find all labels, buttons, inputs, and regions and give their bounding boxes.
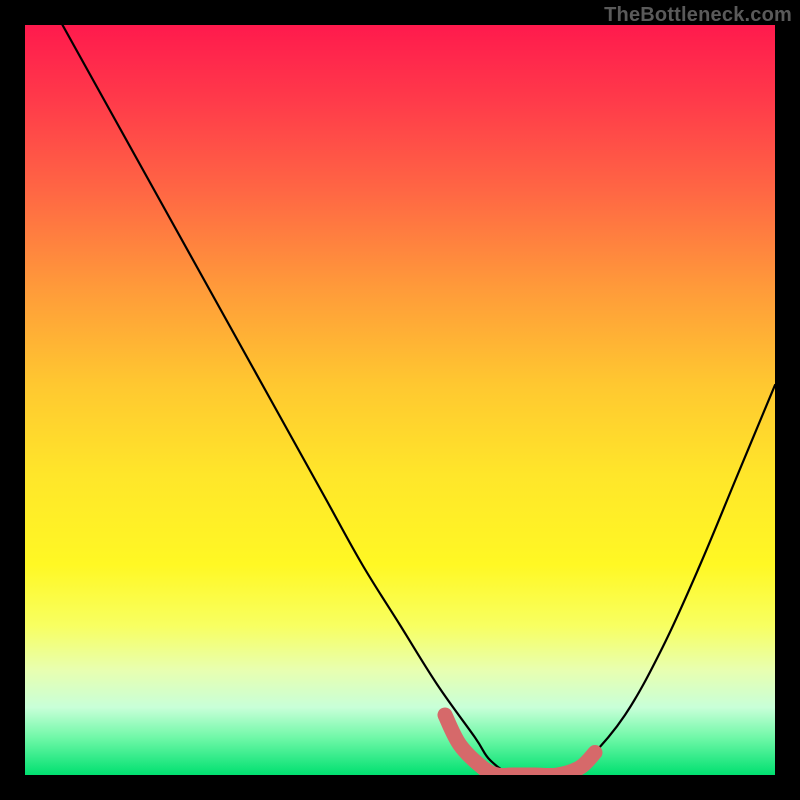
curve-layer xyxy=(25,25,775,775)
highlight-trough xyxy=(445,715,595,775)
watermark-label: TheBottleneck.com xyxy=(604,4,792,27)
plot-area xyxy=(25,25,775,775)
chart-frame: TheBottleneck.com xyxy=(0,0,800,800)
bottleneck-curve xyxy=(63,25,776,775)
